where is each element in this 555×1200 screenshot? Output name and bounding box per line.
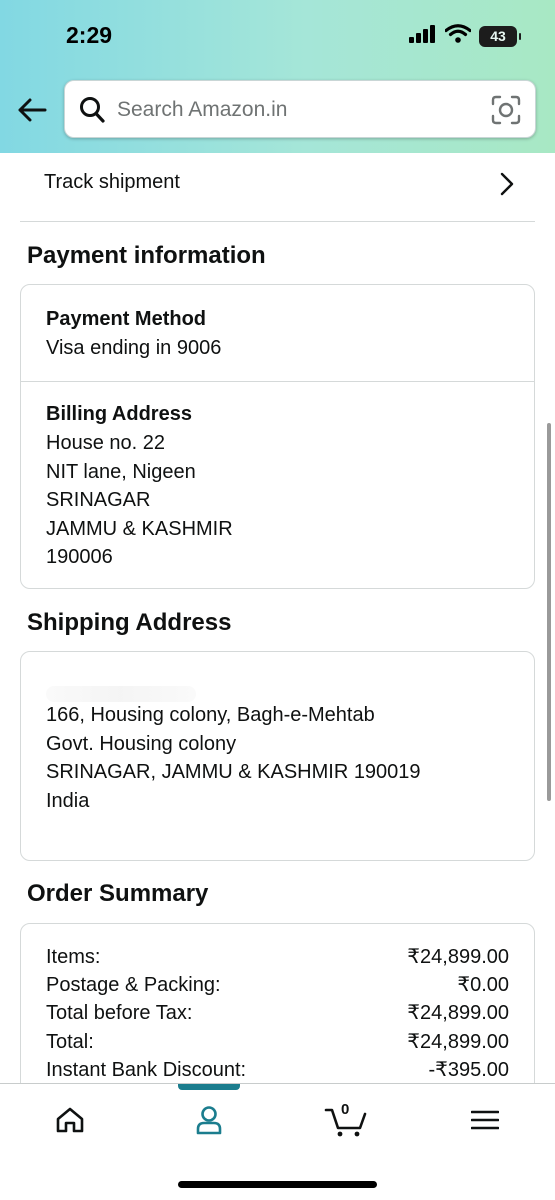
payment-card: Payment Method Visa ending in 9006 Billi… [20,284,535,589]
billing-line: NIT lane, Nigeen [46,460,196,483]
nav-menu[interactable] [460,1100,510,1140]
shipping-line: Govt. Housing colony [46,732,237,755]
summary-row-total: Total: ₹24,899.00 [46,1028,509,1057]
billing-address-label: Billing Address [46,403,192,425]
billing-line: 190006 [46,546,113,568]
shipping-address-lines: 166, Housing colony, Bagh-e-Mehtab Govt.… [46,701,421,815]
summary-row-bank-discount: Instant Bank Discount: -₹395.00 [46,1056,509,1085]
summary-section-title: Order Summary [27,880,209,907]
signal-icon [409,24,437,48]
summary-value: -₹395.00 [428,1059,509,1081]
summary-value: ₹24,899.00 [407,1031,509,1053]
billing-line: House no. 22 [46,432,165,454]
track-shipment-label: Track shipment [44,171,180,193]
summary-value: ₹0.00 [457,974,509,996]
summary-label: Total: [46,1031,94,1053]
nav-cart[interactable]: 0 [322,1100,370,1140]
search-bar[interactable] [64,80,536,138]
summary-label: Total before Tax: [46,1002,193,1024]
payment-method-label: Payment Method [46,308,207,330]
billing-line: SRINAGAR [46,489,151,511]
chevron-right-icon [499,172,515,201]
billing-address-block: Billing Address House no. 22 NIT lane, N… [21,381,534,590]
home-icon [56,1107,84,1133]
search-icon[interactable] [79,96,105,129]
summary-row-items: Items: ₹24,899.00 [46,943,509,972]
summary-label: Instant Bank Discount: [46,1059,247,1081]
shipping-section-title: Shipping Address [27,609,232,636]
summary-label: Postage & Packing: [46,974,221,996]
status-icons: 43 [409,24,521,48]
wifi-icon [444,24,472,48]
summary-row-postage: Postage & Packing: ₹0.00 [46,971,509,1000]
camera-lens-icon[interactable] [491,95,521,130]
menu-icon [471,1110,499,1130]
nav-home[interactable] [45,1100,95,1140]
summary-value: ₹24,899.00 [407,1002,509,1024]
search-input[interactable] [117,95,477,125]
status-time: 2:29 [66,22,113,48]
battery-icon: 43 [479,25,521,47]
billing-line: JAMMU & KASHMIR [46,517,233,540]
summary-row-before-tax: Total before Tax: ₹24,899.00 [46,999,509,1028]
payment-method-value: Visa ending in 9006 [46,337,222,359]
payment-section-title: Payment information [27,242,266,269]
back-arrow-icon [18,98,47,122]
payment-method-block: Payment Method Visa ending in 9006 [21,285,534,381]
shipping-line: India [46,789,90,812]
app-header: 2:29 43 [0,0,555,153]
shipping-line: SRINAGAR, JAMMU & KASHMIR 190019 [46,761,421,783]
summary-label: Items: [46,946,101,968]
account-icon [196,1106,222,1135]
nav-account[interactable] [184,1100,234,1140]
back-button[interactable] [14,92,50,128]
summary-value: ₹24,899.00 [407,946,509,968]
cart-count: 0 [341,1101,350,1118]
active-tab-indicator [178,1084,240,1090]
scrollbar[interactable] [547,423,551,801]
shipping-line: 166, Housing colony, Bagh-e-Mehtab [46,704,375,726]
home-indicator[interactable] [178,1181,377,1188]
track-shipment-row[interactable]: Track shipment [20,158,535,222]
status-bar: 2:29 43 [0,0,555,70]
shipping-card: 166, Housing colony, Bagh-e-Mehtab Govt.… [20,651,535,861]
redacted-name [46,686,196,702]
